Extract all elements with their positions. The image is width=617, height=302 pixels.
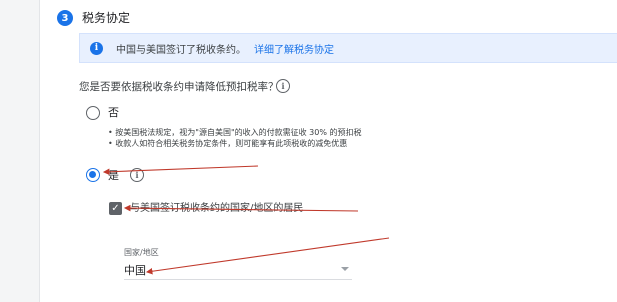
radio-yes-label[interactable]: 是	[108, 169, 119, 183]
no-option-note-2: 收款人如符合相关税务协定条件，则可能享有此项税收的减免优惠	[108, 138, 362, 149]
step-number-badge: 3	[57, 10, 73, 26]
tax-treaty-section: 3 税务协定 i 中国与美国签订了税收条约。 详细了解税务协定 您是否要依据税收…	[39, 0, 617, 302]
radio-yes[interactable]	[86, 168, 100, 182]
country-field-underline	[124, 279, 352, 280]
no-option-note-1: 按美国税法规定，视为"源自美国"的收入的付款需征收 30% 的预扣税	[108, 127, 361, 138]
radio-no-label[interactable]: 否	[108, 106, 119, 120]
no-option-notes: 按美国税法规定，视为"源自美国"的收入的付款需征收 30% 的预扣税 收款人如符…	[108, 127, 362, 149]
dropdown-arrow-icon[interactable]	[341, 267, 349, 271]
radio-no[interactable]	[86, 106, 100, 120]
treaty-info-banner: i 中国与美国签订了税收条约。 详细了解税务协定	[79, 33, 617, 63]
country-field-label: 国家/地区	[124, 248, 159, 257]
treaty-resident-checkbox[interactable]: ✓	[109, 202, 122, 215]
treaty-resident-label[interactable]: 与美国签订税收条约的国家/地区的居民	[130, 202, 303, 215]
country-select[interactable]: 中国	[124, 262, 146, 278]
learn-more-tax-treaty-link[interactable]: 详细了解税务协定	[254, 41, 334, 56]
yes-help-circle-icon[interactable]: i	[130, 168, 144, 182]
help-circle-icon[interactable]: i	[276, 79, 290, 93]
section-title: 税务协定	[82, 11, 131, 25]
treaty-info-text: 中国与美国签订了税收条约。	[116, 44, 246, 56]
info-icon: i	[90, 41, 103, 55]
reduced-withholding-question: 您是否要依据税收条约申请降低预扣税率？	[79, 81, 279, 93]
